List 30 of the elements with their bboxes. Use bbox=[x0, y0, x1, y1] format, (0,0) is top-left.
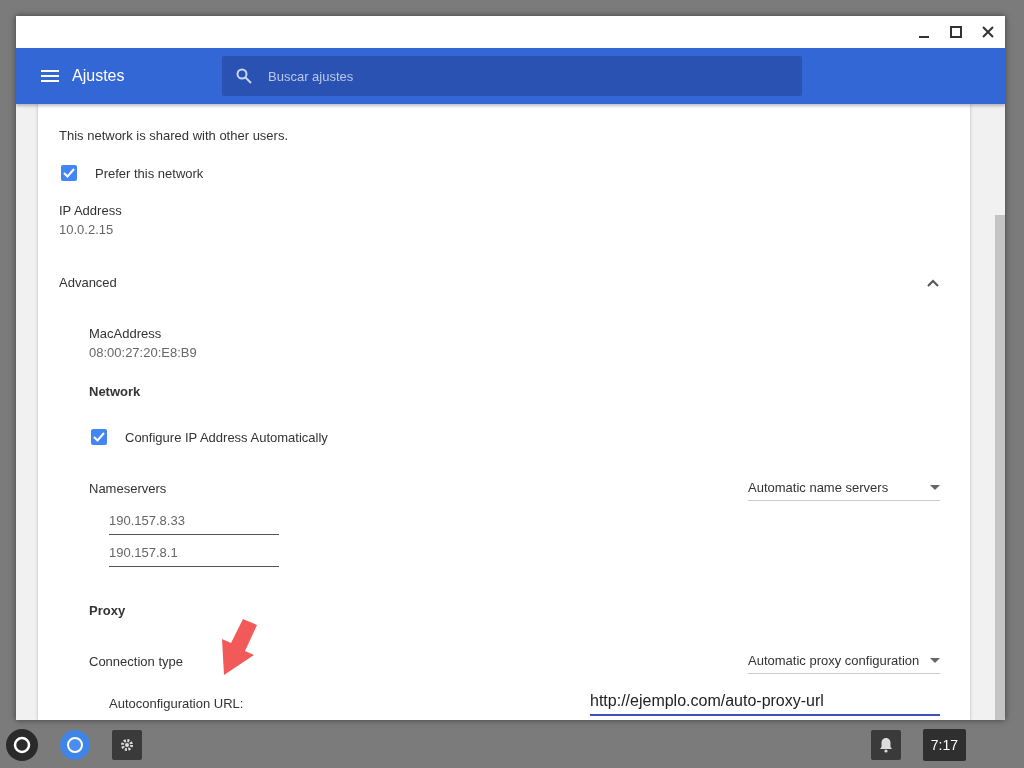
settings-icon[interactable] bbox=[112, 730, 142, 760]
checkbox-label: Configure IP Address Automatically bbox=[125, 429, 328, 445]
checkbox[interactable] bbox=[91, 429, 107, 445]
setting-label: Nameservers bbox=[89, 480, 167, 496]
clock[interactable]: 7:17 bbox=[922, 729, 966, 761]
section-heading: Proxy bbox=[88, 603, 127, 618]
chevron-icon[interactable] bbox=[926, 277, 940, 288]
section-label: Advanced bbox=[59, 275, 117, 290]
caret-icon bbox=[930, 658, 940, 663]
checkbox[interactable] bbox=[61, 165, 77, 181]
caret-icon bbox=[930, 485, 940, 490]
dropdown[interactable]: Automatic proxy configuration bbox=[748, 648, 940, 674]
bell-icon[interactable] bbox=[870, 730, 901, 760]
info-text: This network is shared with other users. bbox=[59, 128, 290, 143]
launcher-icon[interactable] bbox=[6, 730, 38, 760]
search-icon bbox=[236, 68, 252, 84]
maximize-icon[interactable] bbox=[947, 23, 965, 41]
info-label: MacAddress bbox=[89, 326, 163, 341]
search-field[interactable]: Buscar ajustes bbox=[222, 56, 802, 96]
browser-icon[interactable] bbox=[60, 730, 90, 760]
checkbox-label: Prefer this network bbox=[95, 165, 204, 181]
scrollbar-thumb[interactable] bbox=[995, 215, 1005, 720]
info-label: IP Address bbox=[59, 203, 123, 218]
app-title: Ajustes bbox=[72, 67, 126, 85]
setting-label: Autoconfiguration URL: bbox=[109, 695, 244, 711]
dropdown[interactable]: Automatic name servers bbox=[748, 475, 940, 501]
info-value: 10.0.2.15 bbox=[59, 222, 115, 237]
info-value: 08:00:27:20:E8:B9 bbox=[89, 345, 198, 360]
setting-label: Connection type bbox=[89, 653, 183, 669]
section-heading: Network bbox=[88, 384, 142, 399]
